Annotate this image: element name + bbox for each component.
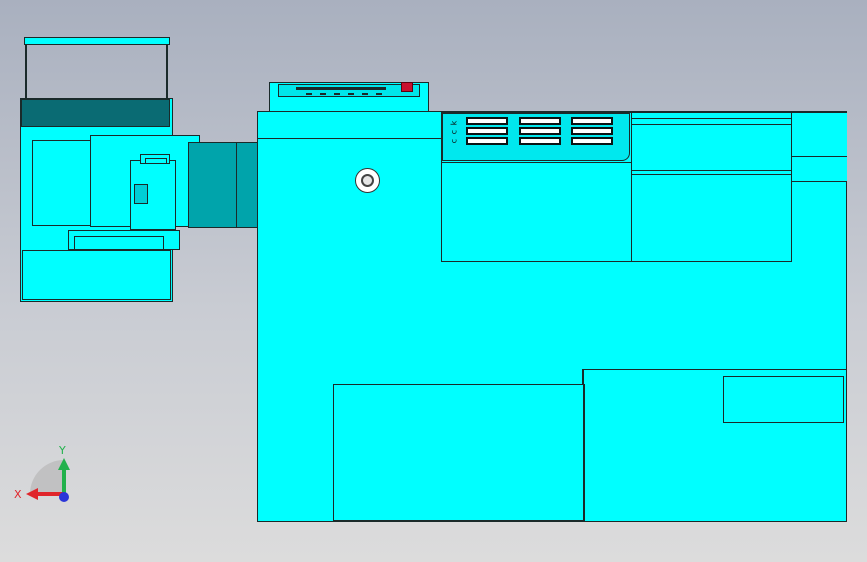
grille-slot [466,137,508,145]
cad-viewport[interactable]: ʞ ɔ ɔ Y X [0,0,867,562]
motor-base-step [74,236,164,250]
z-axis-dot [59,492,69,502]
hopper-inner-panel [32,140,94,226]
coordinate-triad: Y X [14,444,70,502]
lower-divider [583,385,584,522]
right-upper-line-1 [632,118,792,119]
connecting-duct[interactable] [188,142,260,228]
handle-left-arm [25,44,27,100]
grille-slot [571,117,613,125]
right-edge-line [792,156,847,157]
duct-joint [236,142,237,228]
grille-slot [571,127,613,135]
indicator-knob[interactable] [355,168,380,193]
grille-slot [519,137,561,145]
right-upper-line-3 [632,170,792,171]
right-upper-line-2 [632,124,792,125]
indicator-knob-inner [361,174,374,187]
hopper-top-band [21,99,170,127]
lower-left-access-panel[interactable] [333,384,585,521]
emergency-stop-button[interactable] [401,82,413,92]
control-panel-face [278,84,420,97]
grille-slot [466,117,508,125]
x-axis-label: X [14,488,22,501]
right-upper-module[interactable] [631,112,792,262]
triad-base-arc [30,460,64,494]
grille-slot [571,137,613,145]
grille-slot [519,117,561,125]
handle-right-arm [166,44,168,100]
right-edge-block [791,112,847,182]
y-axis-label: Y [58,444,66,457]
vent-lower-divider [442,162,632,163]
nameplate-panel[interactable] [723,376,844,423]
right-upper-line-4 [632,174,792,175]
hopper-lower-rail [22,250,171,300]
control-panel-strip [296,87,386,90]
lower-step-horizontal [584,369,847,370]
motor-port [134,184,148,204]
handle-bar[interactable] [24,37,170,45]
motor-cap-top [145,158,167,164]
lower-step-vertical [582,369,584,385]
grille-slot [519,127,561,135]
grille-slot [466,127,508,135]
main-top-band [258,138,443,139]
vent-grille[interactable] [463,114,619,154]
control-panel-dots [306,93,386,95]
vent-side-marks: ʞ ɔ ɔ [450,120,459,145]
